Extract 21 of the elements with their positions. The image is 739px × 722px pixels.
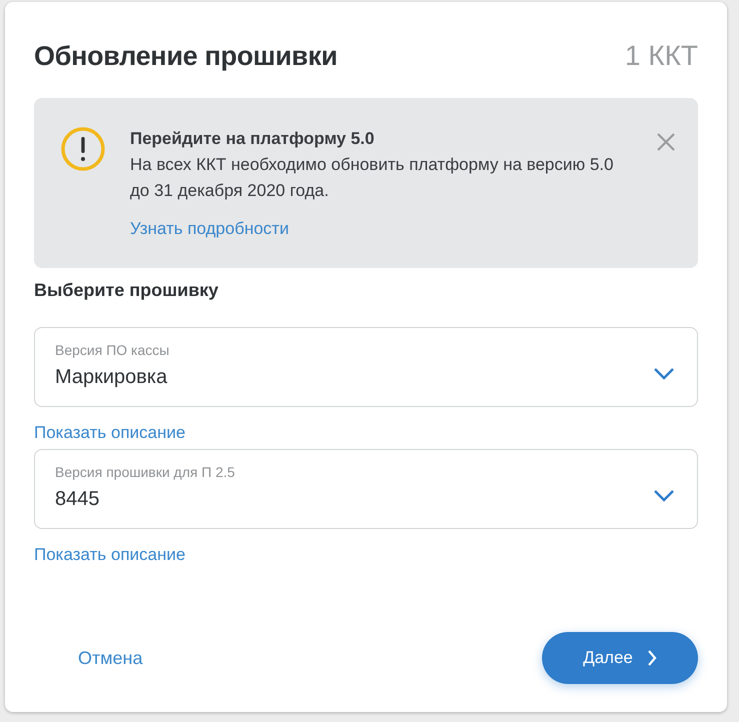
field-label: Версия ПО кассы — [55, 342, 170, 358]
field-value: 8445 — [55, 488, 100, 511]
next-button[interactable]: Далее — [542, 632, 698, 684]
cancel-button[interactable]: Отмена — [74, 644, 147, 672]
chevron-down-icon — [653, 367, 675, 381]
field-label: Версия прошивки для П 2.5 — [55, 464, 236, 480]
details-link[interactable]: Узнать подробности — [130, 216, 289, 242]
alert-title: Перейдите на платформу 5.0 — [130, 128, 376, 150]
dialog-title: Обновление прошивки — [34, 40, 338, 72]
select-field[interactable]: Версия прошивки для П 2.5 8445 — [34, 449, 698, 529]
warning-icon — [60, 126, 106, 172]
show-description-link[interactable]: Показать описание — [34, 423, 186, 443]
chevron-right-icon — [646, 649, 657, 667]
section-title: Выберите прошивку — [34, 280, 220, 301]
chevron-down-icon — [653, 489, 675, 503]
show-description-link[interactable]: Показать описание — [34, 545, 186, 565]
alert-message: На всех ККТ необходимо обновить платформу на версию 5.0 до 31 декабря 2020 года. — [130, 154, 614, 202]
close-icon[interactable] — [656, 132, 676, 152]
device-count: 1 ККТ — [624, 40, 698, 72]
field-value: Маркировка — [55, 366, 168, 389]
select-field[interactable]: Версия ПО кассы Маркировка — [34, 327, 698, 407]
